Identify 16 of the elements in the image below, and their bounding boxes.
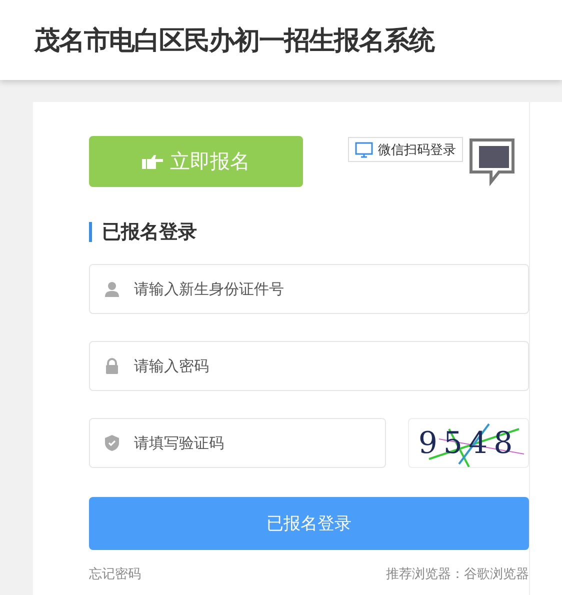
lock-icon (104, 358, 120, 374)
wechat-login-link[interactable]: 微信扫码登录 (348, 137, 463, 162)
browser-note: 推荐浏览器：谷歌浏览器 (386, 566, 529, 583)
input-field[interactable]: 请填写验证码 (89, 418, 386, 468)
qr-toggle-icon[interactable] (469, 138, 515, 186)
user-icon (104, 281, 120, 297)
login-button[interactable]: 已报名登录 (89, 497, 529, 550)
shield-icon (104, 435, 120, 451)
page-title: 茂名市电白区民办初一招生报名系统 (34, 24, 434, 58)
input-field[interactable]: 请输入密码 (89, 341, 529, 391)
section-title: 已报名登录 (89, 222, 529, 242)
pointing-hand-icon (142, 154, 164, 170)
forgot-password-link[interactable]: 忘记密码 (89, 565, 141, 583)
input-field[interactable]: 请输入新生身份证件号 (89, 264, 529, 314)
register-button[interactable]: 立即报名 (89, 136, 303, 187)
monitor-icon (355, 142, 373, 158)
